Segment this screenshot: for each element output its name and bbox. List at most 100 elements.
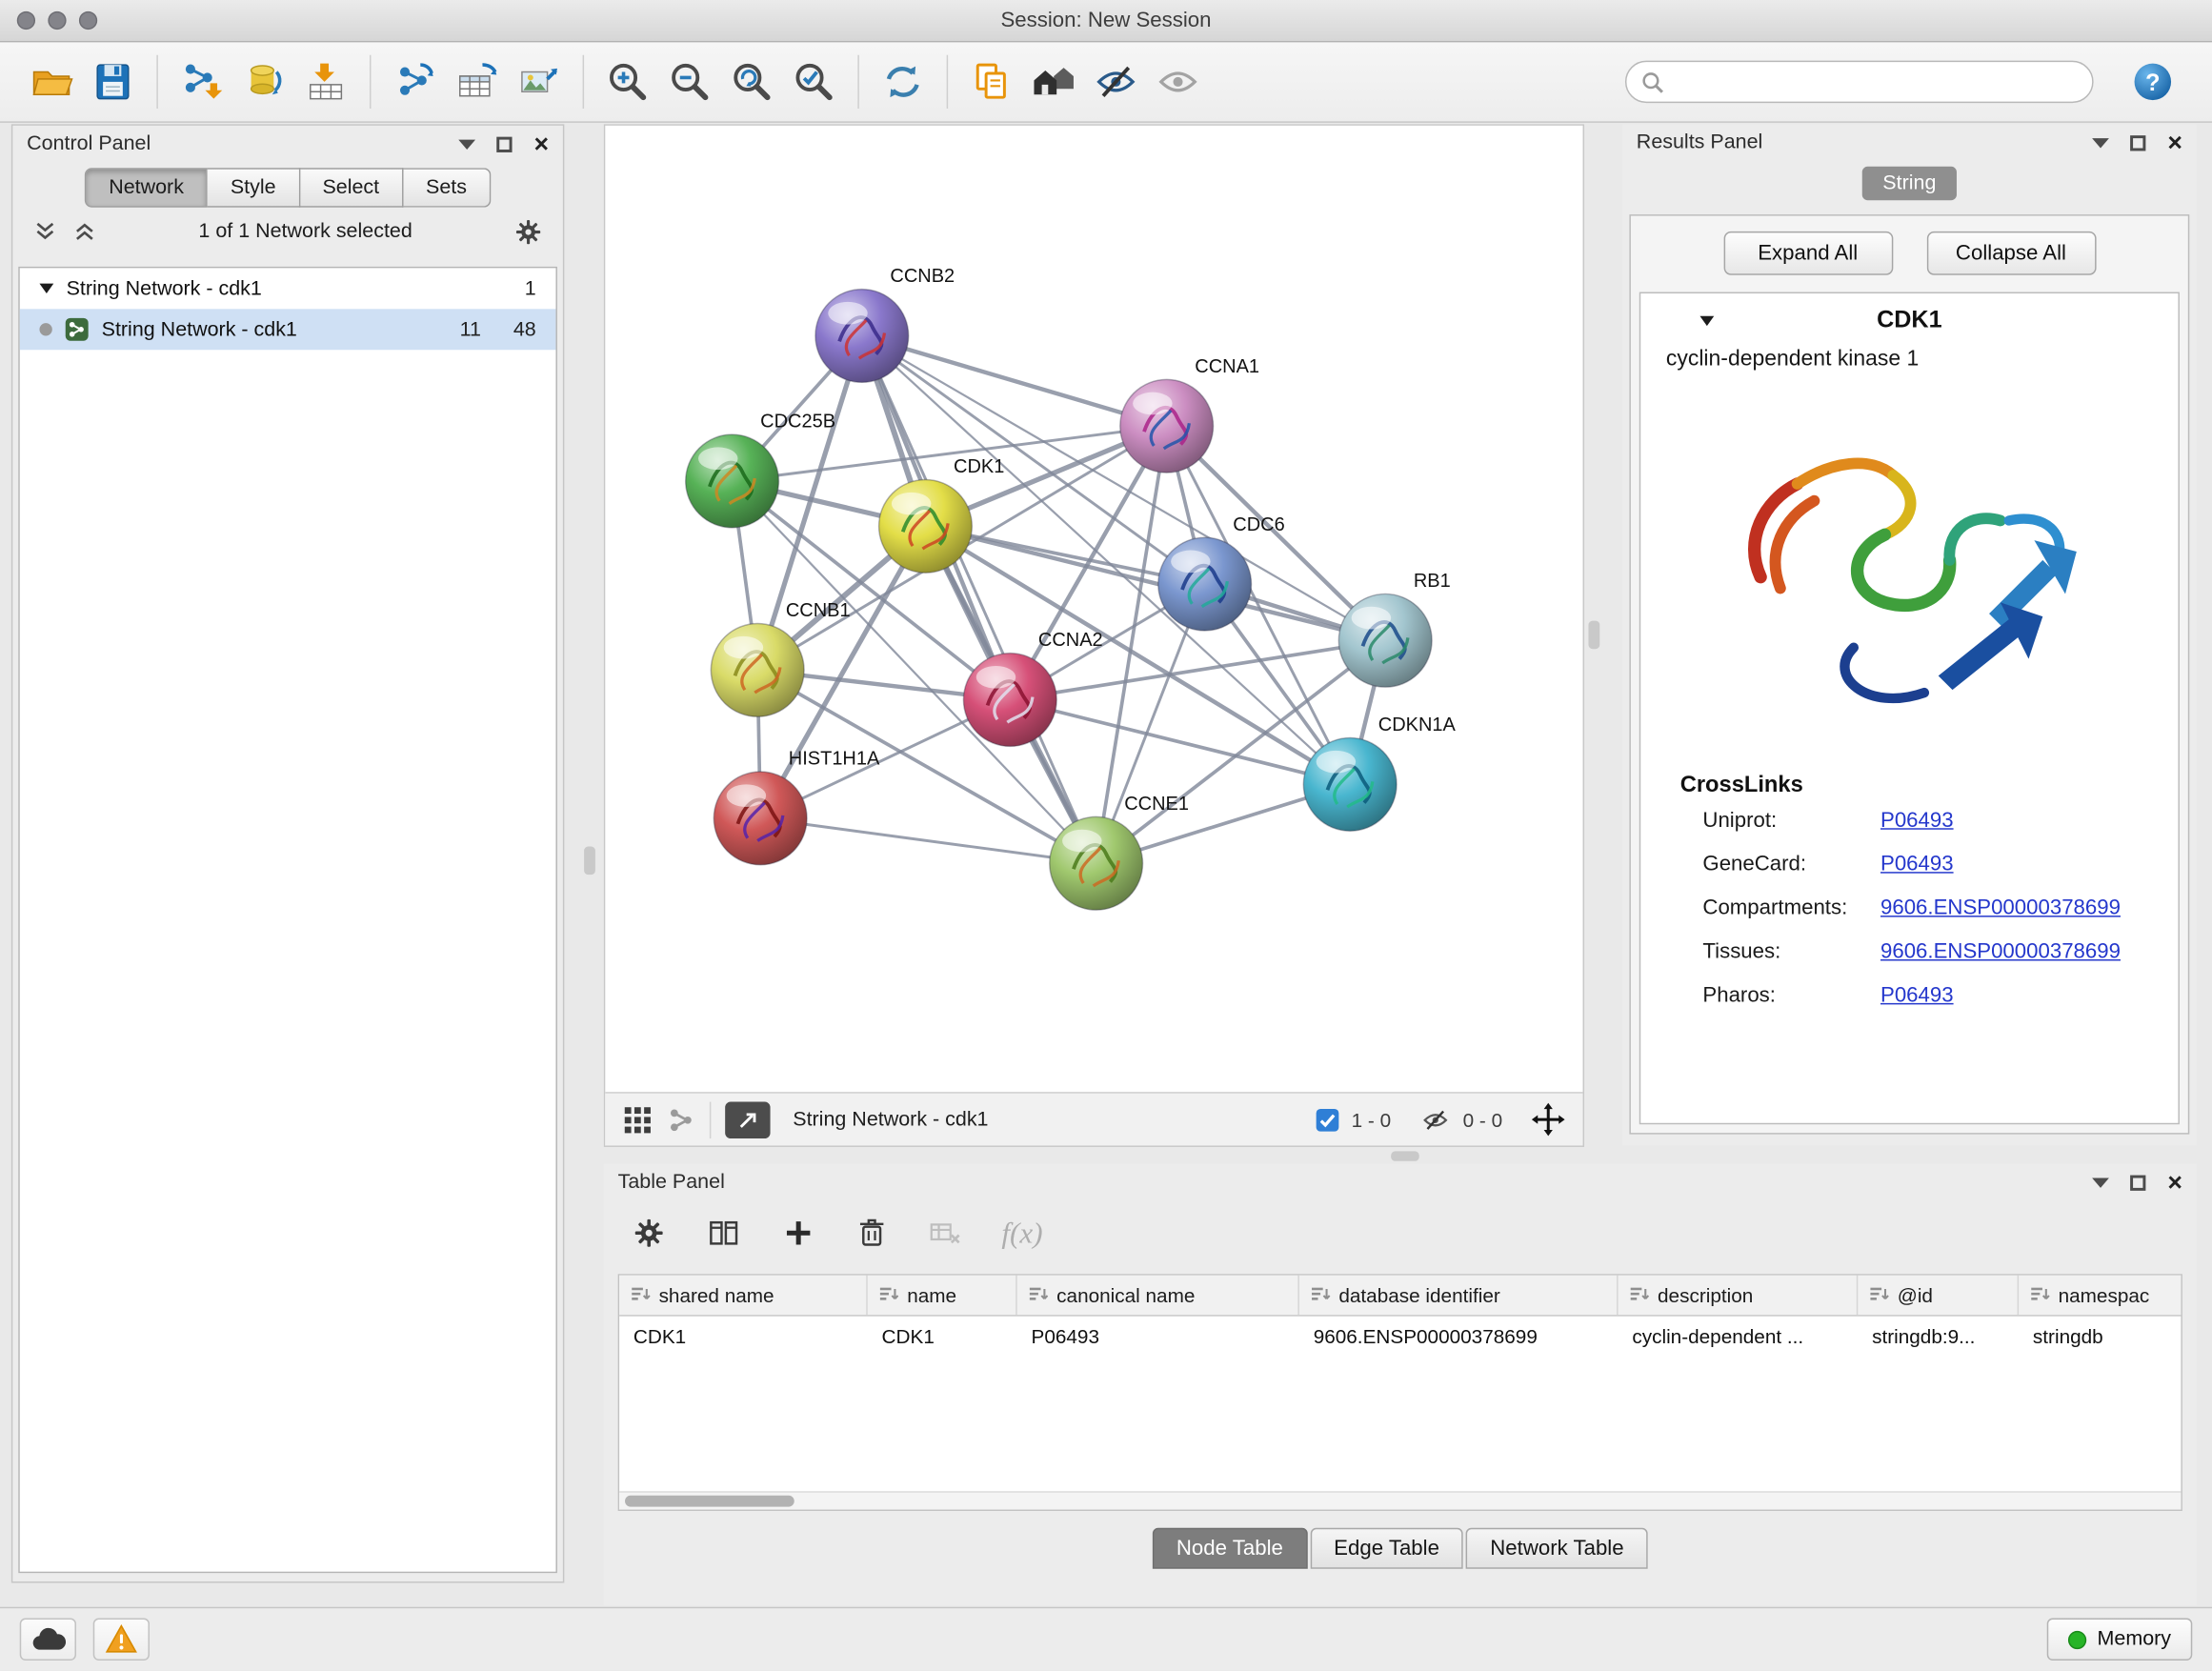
table-panel-header: Table Panel × <box>604 1164 2197 1201</box>
node-label: RB1 <box>1414 571 1451 592</box>
import-table-file-button[interactable] <box>295 50 357 114</box>
splitter-handle-bottom[interactable] <box>1391 1151 1419 1160</box>
column-header[interactable]: description <box>1619 1276 1859 1315</box>
table-row[interactable]: CDK1 CDK1 P06493 9606.ENSP00000378699 cy… <box>619 1317 2181 1355</box>
window-title: Session: New Session <box>0 9 2212 32</box>
panel-menu-icon[interactable] <box>459 139 476 149</box>
move-crosshair-icon[interactable] <box>1531 1102 1566 1137</box>
expand-all-button[interactable]: Expand All <box>1723 231 1893 274</box>
protein-name: CDK1 <box>1877 306 1942 334</box>
collapse-all-button[interactable]: Collapse All <box>1926 231 2096 274</box>
zoom-fit-button[interactable] <box>721 50 783 114</box>
tab-network[interactable]: Network <box>85 168 208 207</box>
tab-select[interactable]: Select <box>300 168 404 207</box>
expand-all-icon[interactable] <box>72 219 98 245</box>
panel-close-icon[interactable]: × <box>533 134 549 154</box>
column-header[interactable]: @id <box>1858 1276 2019 1315</box>
hidden-eye-slash-icon[interactable] <box>1419 1105 1452 1134</box>
help-button[interactable]: ? <box>2122 50 2183 114</box>
node-label: CDC25B <box>760 412 835 433</box>
import-network-database-button[interactable] <box>232 50 294 114</box>
panel-float-icon[interactable] <box>2131 1175 2146 1190</box>
horizontal-scrollbar[interactable] <box>619 1491 2181 1509</box>
tab-network-table[interactable]: Network Table <box>1466 1528 1648 1569</box>
network-tree: String Network - cdk1 1 String Network -… <box>18 267 557 1573</box>
duplicate-network-button[interactable] <box>960 50 1022 114</box>
control-panel: Control Panel × Network Style Select Set… <box>11 124 565 1582</box>
column-header[interactable]: shared name <box>619 1276 868 1315</box>
gear-icon[interactable] <box>513 216 543 246</box>
node-label: CCNA1 <box>1195 356 1259 377</box>
control-panel-header: Control Panel × <box>12 126 563 163</box>
save-icon <box>90 59 135 104</box>
memory-button[interactable]: Memory <box>2046 1619 2192 1661</box>
network-node-CDK1[interactable]: CDK1 <box>879 456 1005 573</box>
table-panel-title: Table Panel <box>618 1171 725 1194</box>
memory-label: Memory <box>2097 1628 2171 1651</box>
zoom-in-button[interactable] <box>596 50 658 114</box>
column-header[interactable]: database identifier <box>1299 1276 1619 1315</box>
table-gear-icon[interactable] <box>632 1217 666 1251</box>
grid-view-icon[interactable] <box>622 1104 654 1136</box>
import-network-file-button[interactable] <box>171 50 232 114</box>
tab-edge-table[interactable]: Edge Table <box>1310 1528 1463 1569</box>
selected-checkbox-icon[interactable] <box>1315 1107 1340 1133</box>
network-node-CCNB2[interactable]: CCNB2 <box>815 266 955 382</box>
network-node-CCNA1[interactable]: CCNA1 <box>1120 356 1259 473</box>
save-session-button[interactable] <box>82 50 144 114</box>
crosslink-link[interactable]: P06493 <box>1880 983 1954 1007</box>
panel-float-icon[interactable] <box>497 136 513 151</box>
network-node-CDKN1A[interactable]: CDKN1A <box>1303 715 1456 831</box>
export-image-button[interactable] <box>508 50 570 114</box>
sort-icon <box>1629 1285 1649 1305</box>
splitter-handle-right[interactable] <box>1588 621 1599 650</box>
new-table-button[interactable] <box>446 50 508 114</box>
home-view-button[interactable] <box>1023 50 1085 114</box>
crosslink-link[interactable]: P06493 <box>1880 852 1954 876</box>
string-results-box: Expand All Collapse All CDK1 cyclin-depe… <box>1629 214 2189 1135</box>
hide-selected-button[interactable] <box>1085 50 1147 114</box>
delete-column-icon[interactable] <box>855 1217 889 1251</box>
birds-eye-icon[interactable] <box>667 1105 695 1134</box>
scrollbar-thumb[interactable] <box>625 1496 794 1507</box>
cloud-status-button[interactable] <box>20 1619 76 1661</box>
open-folder-icon <box>29 59 73 104</box>
tab-node-table[interactable]: Node Table <box>1153 1528 1307 1569</box>
crosslink-link[interactable]: 9606.ENSP00000378699 <box>1880 896 2121 919</box>
network-node-HIST1H1A[interactable]: HIST1H1A <box>714 749 880 865</box>
new-network-button[interactable] <box>384 50 446 114</box>
panel-close-icon[interactable]: × <box>2167 1173 2182 1193</box>
string-tab-badge[interactable]: String <box>1861 167 1958 201</box>
open-session-button[interactable] <box>20 50 82 114</box>
zoom-out-button[interactable] <box>659 50 721 114</box>
tab-sets[interactable]: Sets <box>403 168 491 207</box>
panel-menu-icon[interactable] <box>2093 137 2110 147</box>
crosslink-link[interactable]: 9606.ENSP00000378699 <box>1880 939 2121 963</box>
splitter-handle-left[interactable] <box>584 847 595 876</box>
collapse-all-icon[interactable] <box>32 219 58 245</box>
crosslink-label: Compartments: <box>1702 896 1880 919</box>
column-header[interactable]: namespac <box>2019 1276 2177 1315</box>
network-item-row[interactable]: String Network - cdk1 11 48 <box>20 309 556 350</box>
zoom-selected-button[interactable] <box>783 50 845 114</box>
column-header[interactable]: name <box>868 1276 1017 1315</box>
warnings-button[interactable] <box>93 1619 150 1661</box>
column-header[interactable]: canonical name <box>1017 1276 1299 1315</box>
network-canvas[interactable]: CCNB2CCNA1CDC25BCDK1CDC6RB1CCNB1CCNA2CDK… <box>605 126 1585 1095</box>
tree-expand-icon[interactable] <box>39 284 53 293</box>
search-input[interactable] <box>1673 70 2078 93</box>
panel-menu-icon[interactable] <box>2093 1178 2110 1187</box>
network-view-title: String Network - cdk1 <box>793 1108 988 1131</box>
crosslink-link[interactable]: P06493 <box>1880 809 1954 833</box>
section-collapse-icon[interactable] <box>1699 315 1714 325</box>
apply-layout-button[interactable] <box>872 50 934 114</box>
network-collection-row[interactable]: String Network - cdk1 1 <box>20 268 556 309</box>
show-hidden-button[interactable] <box>1147 50 1209 114</box>
detach-view-button[interactable] <box>725 1101 770 1138</box>
panel-close-icon[interactable]: × <box>2167 132 2182 152</box>
select-columns-icon[interactable] <box>705 1217 742 1251</box>
network-node-RB1[interactable]: RB1 <box>1338 571 1450 687</box>
tab-style[interactable]: Style <box>208 168 300 207</box>
panel-float-icon[interactable] <box>2131 134 2146 150</box>
add-column-icon[interactable] <box>781 1217 815 1251</box>
